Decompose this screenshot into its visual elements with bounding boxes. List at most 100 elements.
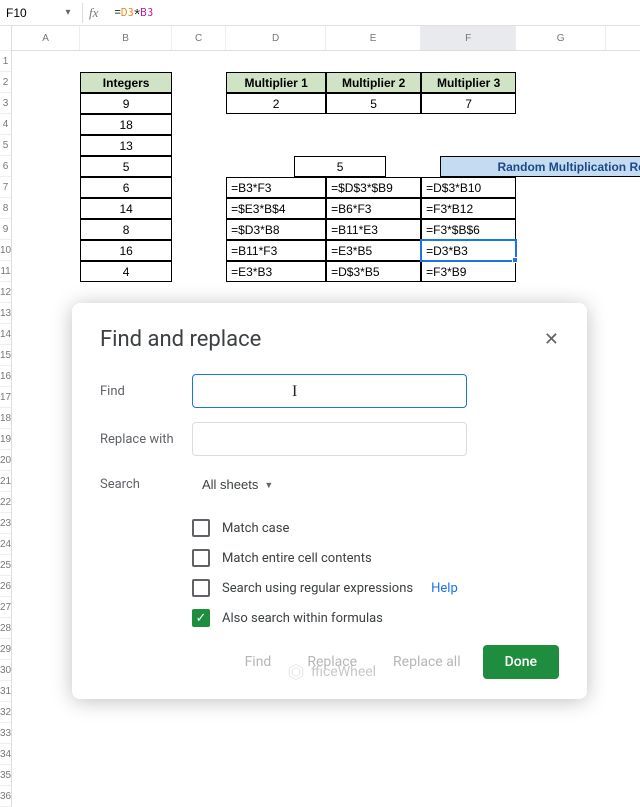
result-cell[interactable]: =B6*F3	[326, 198, 421, 219]
cell[interactable]	[172, 723, 226, 744]
result-cell[interactable]: =F3*B9	[421, 261, 516, 282]
row-header[interactable]: 22	[0, 492, 11, 513]
cell[interactable]	[80, 786, 172, 807]
col-header-A[interactable]: A	[12, 26, 80, 50]
cell[interactable]	[226, 135, 326, 156]
cell[interactable]	[326, 786, 421, 807]
cell[interactable]	[12, 765, 80, 786]
cell[interactable]	[172, 261, 226, 282]
cell[interactable]	[12, 702, 80, 723]
integers-cell[interactable]: 5	[80, 156, 172, 177]
cell[interactable]	[516, 93, 606, 114]
cell[interactable]	[172, 51, 226, 72]
row-header[interactable]: 34	[0, 744, 11, 765]
cell[interactable]	[12, 345, 80, 366]
search-scope-dropdown[interactable]: All sheets ▼	[192, 470, 283, 499]
cell[interactable]	[421, 51, 516, 72]
multiplier-header[interactable]: Multiplier 3	[421, 72, 516, 93]
cell[interactable]	[516, 114, 606, 135]
row-header[interactable]: 2	[0, 72, 11, 93]
row-header[interactable]: 9	[0, 219, 11, 240]
result-cell[interactable]: =$E3*B$4	[226, 198, 326, 219]
close-icon[interactable]: ✕	[544, 329, 559, 350]
row-header[interactable]: 13	[0, 303, 11, 324]
within-formulas-checkbox[interactable]: ✓	[192, 609, 210, 627]
cell[interactable]	[516, 744, 606, 765]
result-cell[interactable]: =$D3*B8	[226, 219, 326, 240]
row-header[interactable]: 11	[0, 261, 11, 282]
cell[interactable]	[516, 219, 606, 240]
cell[interactable]	[12, 93, 80, 114]
cell[interactable]	[421, 744, 516, 765]
integers-cell[interactable]: 9	[80, 93, 172, 114]
cell[interactable]	[12, 198, 80, 219]
cell[interactable]	[226, 744, 326, 765]
cell[interactable]	[12, 534, 80, 555]
result-cell[interactable]: =F3*B12	[421, 198, 516, 219]
row-header[interactable]: 1	[0, 51, 11, 72]
row-header[interactable]: 33	[0, 723, 11, 744]
cell[interactable]	[12, 219, 80, 240]
select-all-corner[interactable]	[0, 26, 11, 51]
cell[interactable]	[12, 723, 80, 744]
row-header[interactable]: 12	[0, 282, 11, 303]
cell[interactable]	[326, 765, 421, 786]
col-header-B[interactable]: B	[80, 26, 172, 50]
row-header[interactable]: 17	[0, 387, 11, 408]
row-header[interactable]: 8	[0, 198, 11, 219]
integers-cell[interactable]: 16	[80, 240, 172, 261]
cell[interactable]	[12, 639, 80, 660]
row-header[interactable]: 16	[0, 366, 11, 387]
result-cell[interactable]: =B11*F3	[226, 240, 326, 261]
result-cell[interactable]: =F3*$B$6	[421, 219, 516, 240]
col-header-D[interactable]: D	[226, 26, 326, 50]
cell[interactable]	[12, 681, 80, 702]
col-header-F[interactable]: F	[421, 26, 516, 50]
result-cell[interactable]: =D3*B3	[421, 240, 516, 261]
cell[interactable]	[326, 135, 421, 156]
result-cell[interactable]: =D$3*B5	[326, 261, 421, 282]
cell[interactable]	[421, 702, 516, 723]
cell[interactable]	[516, 240, 606, 261]
cell[interactable]	[516, 51, 606, 72]
cell[interactable]	[12, 429, 80, 450]
cell[interactable]	[12, 513, 80, 534]
integers-cell[interactable]: 13	[80, 135, 172, 156]
cell[interactable]	[172, 282, 226, 303]
row-header[interactable]: 10	[0, 240, 11, 261]
multiplier-value[interactable]: 7	[421, 93, 516, 114]
results-header[interactable]: Random Multiplication Results	[440, 156, 640, 177]
help-link[interactable]: Help	[431, 581, 458, 596]
row-header[interactable]: 28	[0, 618, 11, 639]
cell[interactable]	[516, 261, 606, 282]
cell[interactable]	[516, 198, 606, 219]
cell[interactable]	[226, 282, 326, 303]
selection-handle[interactable]	[512, 257, 518, 263]
cell[interactable]	[12, 303, 80, 324]
cell[interactable]	[326, 114, 421, 135]
row-header[interactable]: 7	[0, 177, 11, 198]
cell[interactable]	[172, 765, 226, 786]
cell[interactable]	[12, 786, 80, 807]
cell[interactable]	[12, 51, 80, 72]
result-cell[interactable]: =E3*B5	[326, 240, 421, 261]
cell[interactable]	[172, 114, 226, 135]
row-header[interactable]: 20	[0, 450, 11, 471]
row-header[interactable]: 35	[0, 765, 11, 786]
cell[interactable]	[172, 240, 226, 261]
done-button[interactable]: Done	[483, 645, 559, 679]
cell[interactable]	[12, 618, 80, 639]
row-header[interactable]: 21	[0, 471, 11, 492]
cell[interactable]	[172, 177, 226, 198]
row-header[interactable]: 26	[0, 576, 11, 597]
row-header[interactable]: 6	[0, 156, 11, 177]
row-header[interactable]: 25	[0, 555, 11, 576]
multiplier-header[interactable]: Multiplier 1	[226, 72, 326, 93]
cell[interactable]	[12, 597, 80, 618]
row-header[interactable]: 14	[0, 324, 11, 345]
cell[interactable]	[226, 786, 326, 807]
cell[interactable]	[326, 702, 421, 723]
cell[interactable]	[12, 156, 80, 177]
integers-cell[interactable]: 14	[80, 198, 172, 219]
cell[interactable]	[421, 114, 516, 135]
